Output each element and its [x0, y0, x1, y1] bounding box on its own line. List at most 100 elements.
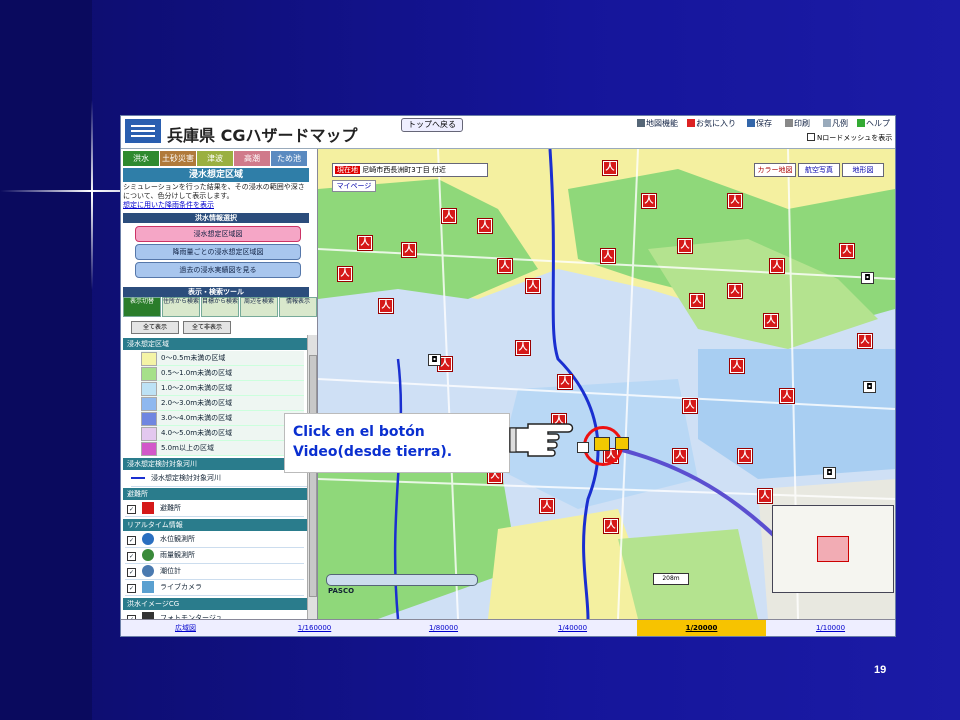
- camera-icon[interactable]: ◘: [863, 381, 876, 393]
- shelter-marker[interactable]: 人: [525, 278, 541, 294]
- shelter-marker[interactable]: 人: [337, 266, 353, 282]
- menu-legend[interactable]: 凡例: [823, 118, 848, 129]
- legend-swatch: [141, 412, 157, 426]
- color-map-tab[interactable]: カラー地図: [754, 163, 796, 177]
- rain-gauge-row[interactable]: ✓ 雨量観測所: [125, 548, 304, 564]
- live-camera-icon: [142, 581, 154, 593]
- legend-swatch: [141, 367, 157, 381]
- tab-tsunami[interactable]: 津波: [197, 151, 233, 166]
- past-flood-map-button[interactable]: 過去の浸水実績図を見る: [135, 262, 301, 278]
- shelter-marker[interactable]: 人: [757, 488, 773, 504]
- back-to-top-button[interactable]: トップへ戻る: [401, 118, 463, 132]
- scale-option[interactable]: 1/40000: [508, 620, 637, 636]
- tool-info-display[interactable]: 情報表示: [279, 297, 317, 317]
- overview-minimap[interactable]: [772, 505, 894, 593]
- tool-display-toggle[interactable]: 表示切替: [123, 297, 161, 317]
- rainfall-flood-map-button[interactable]: 降雨量ごとの浸水想定区域図: [135, 244, 301, 260]
- scale-option[interactable]: 広域図: [121, 620, 250, 636]
- show-all-button[interactable]: 全て表示: [131, 321, 179, 334]
- shelter-marker[interactable]: 人: [515, 340, 531, 356]
- mesh-checkbox[interactable]: Nロードメッシュを表示: [807, 133, 892, 143]
- shelter-marker[interactable]: 人: [727, 193, 743, 209]
- tool-search-landmark[interactable]: 目標から検索: [201, 297, 239, 317]
- camera-icon[interactable]: ◘: [823, 467, 836, 479]
- group-realtime[interactable]: リアルタイム情報: [123, 519, 308, 531]
- shelter-row[interactable]: ✓ 避難所: [125, 501, 304, 517]
- map-attribution: PASCO: [328, 587, 355, 595]
- sidebar-scrollbar[interactable]: [307, 335, 317, 635]
- shelter-marker[interactable]: 人: [672, 448, 688, 464]
- prefecture-logo-icon: [125, 119, 161, 143]
- rain-gauge-icon: [142, 549, 154, 561]
- legend-row: 4.0〜5.0m未満の区域: [141, 426, 304, 441]
- tool-search-address[interactable]: 住所から検索: [162, 297, 200, 317]
- shelter-marker[interactable]: 人: [477, 218, 493, 234]
- shelter-marker[interactable]: 人: [727, 283, 743, 299]
- tool-search-nearby[interactable]: 周辺を検索: [240, 297, 278, 317]
- tide-gauge-icon: [142, 565, 154, 577]
- shelter-marker[interactable]: 人: [689, 293, 705, 309]
- tab-landslide[interactable]: 土砂災害: [160, 151, 196, 166]
- shelter-marker[interactable]: 人: [682, 398, 698, 414]
- scale-option[interactable]: 1/10000: [766, 620, 895, 636]
- legend-swatch: [141, 382, 157, 396]
- topographic-map-tab[interactable]: 地形図: [842, 163, 884, 177]
- shelter-marker[interactable]: 人: [603, 518, 619, 534]
- group-shelter[interactable]: 避難所: [123, 488, 308, 500]
- shelter-marker[interactable]: 人: [441, 208, 457, 224]
- shelter-marker[interactable]: 人: [729, 358, 745, 374]
- legend-row: 3.0〜4.0m未満の区域: [141, 411, 304, 426]
- flood-zone-map-button[interactable]: 浸水想定区域図: [135, 226, 301, 242]
- water-level-row[interactable]: ✓ 水位観測所: [125, 532, 304, 548]
- menu-help[interactable]: ヘルプ: [857, 118, 890, 129]
- menu-print[interactable]: 印刷: [785, 118, 810, 129]
- zoom-slider[interactable]: [326, 574, 478, 586]
- shelter-marker[interactable]: 人: [779, 388, 795, 404]
- camera-icon[interactable]: ◘: [428, 354, 441, 366]
- shelter-marker[interactable]: 人: [357, 235, 373, 251]
- tab-reservoir[interactable]: ため池: [271, 151, 307, 166]
- menu-favorites[interactable]: お気に入り: [687, 118, 736, 129]
- shelter-marker[interactable]: 人: [557, 374, 573, 390]
- shelter-marker[interactable]: 人: [602, 160, 618, 176]
- my-page-button[interactable]: マイページ: [332, 180, 376, 192]
- river-legend-row: 浸水想定検討対象河川: [131, 471, 310, 487]
- map-view[interactable]: 現在地 尼崎市西長洲町3丁目 付近 マイページ カラー地図 航空写真 地形図 人…: [318, 149, 895, 619]
- shelter-marker[interactable]: 人: [497, 258, 513, 274]
- shelter-marker[interactable]: 人: [839, 243, 855, 259]
- tab-storm-surge[interactable]: 高潮: [234, 151, 270, 166]
- shelter-marker[interactable]: 人: [857, 333, 873, 349]
- tide-gauge-row[interactable]: ✓ 潮位計: [125, 564, 304, 580]
- scale-option[interactable]: 1/160000: [250, 620, 379, 636]
- shelter-marker[interactable]: 人: [641, 193, 657, 209]
- legend-swatch: [141, 352, 157, 366]
- minimap-viewport[interactable]: [817, 536, 849, 562]
- menu-save[interactable]: 保存: [747, 118, 772, 129]
- video-ground-button[interactable]: [594, 437, 610, 451]
- group-flood-zone[interactable]: 浸水想定区域: [123, 338, 308, 350]
- scale-option-selected[interactable]: 1/20000: [637, 620, 766, 636]
- rain-condition-link[interactable]: 想定に用いた降雨条件を表示: [123, 201, 214, 209]
- shelter-marker[interactable]: 人: [600, 248, 616, 264]
- group-river[interactable]: 浸水想定検討対象河川: [123, 458, 308, 470]
- instruction-text: Click en el botón Video(desde tierra).: [293, 424, 453, 460]
- camera-icon[interactable]: ◘: [861, 272, 874, 284]
- live-camera-row[interactable]: ✓ ライブカメラ: [125, 580, 304, 596]
- shelter-marker[interactable]: 人: [737, 448, 753, 464]
- shelter-marker[interactable]: 人: [378, 298, 394, 314]
- aerial-photo-tab[interactable]: 航空写真: [798, 163, 840, 177]
- shelter-marker[interactable]: 人: [677, 238, 693, 254]
- shelter-marker[interactable]: 人: [539, 498, 555, 514]
- tab-flood[interactable]: 洪水: [123, 151, 159, 166]
- menu-map-functions[interactable]: 地図機能: [637, 118, 678, 129]
- camera-icon[interactable]: [577, 442, 589, 453]
- photo-icon[interactable]: [615, 437, 629, 450]
- hide-all-button[interactable]: 全て非表示: [183, 321, 231, 334]
- group-flood-image[interactable]: 洪水イメージCG: [123, 598, 308, 610]
- shelter-marker[interactable]: 人: [401, 242, 417, 258]
- shelter-marker[interactable]: 人: [763, 313, 779, 329]
- scale-selector: 広域図 1/160000 1/80000 1/40000 1/20000 1/1…: [121, 619, 895, 636]
- shelter-marker[interactable]: 人: [769, 258, 785, 274]
- scale-option[interactable]: 1/80000: [379, 620, 508, 636]
- print-icon: [785, 119, 793, 127]
